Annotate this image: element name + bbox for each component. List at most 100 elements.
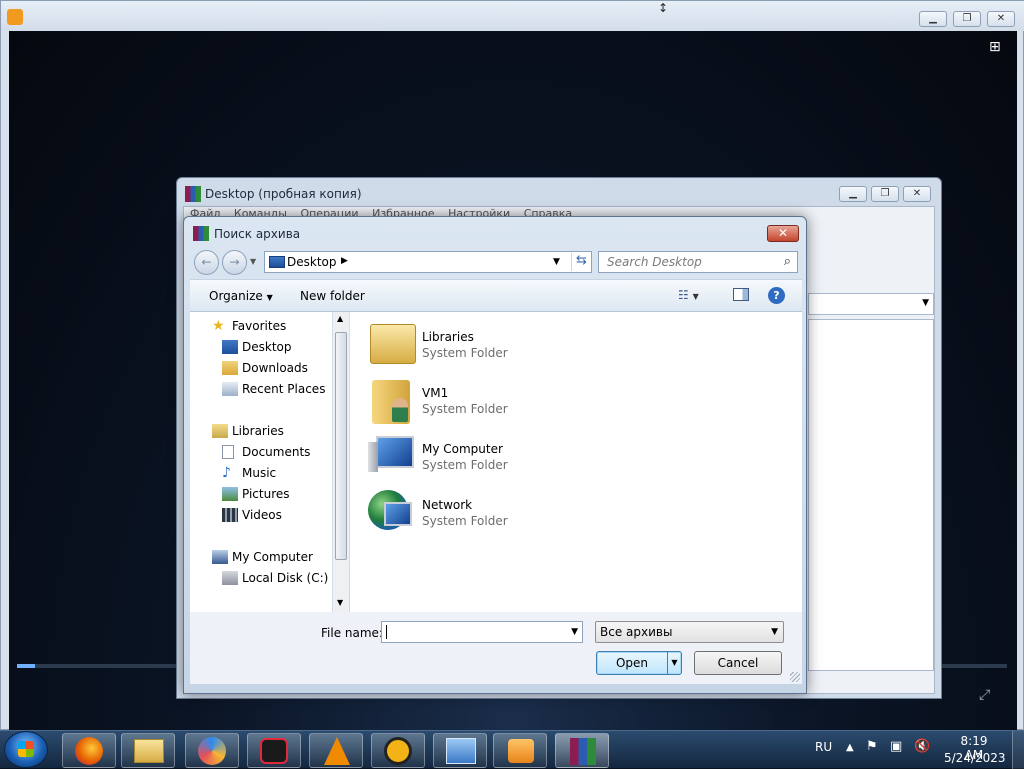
change-view-icon[interactable]: ☷ ▼ (678, 288, 699, 302)
nav-desktop[interactable]: Desktop (222, 337, 292, 357)
nav-libraries[interactable]: Libraries (212, 421, 284, 441)
item-type: System Folder (422, 458, 508, 472)
taskbar-firefox-button[interactable] (62, 733, 116, 768)
network-monitor-icon (384, 502, 412, 526)
nav-documents[interactable]: Documents (222, 442, 310, 462)
nav-pictures[interactable]: Pictures (222, 484, 290, 504)
item-name: VM1 (422, 386, 449, 400)
file-name-label: File name: (321, 626, 383, 640)
taskbar-aimp-button[interactable] (371, 733, 425, 768)
action-center-flag-icon[interactable]: ⚑ (866, 739, 878, 754)
nav-local-disk[interactable]: Local Disk (C:) (222, 568, 328, 588)
nav-music[interactable]: ♪ Music (222, 463, 276, 483)
taskbar-control-panel-button[interactable] (433, 733, 487, 768)
nav-downloads[interactable]: Downloads (222, 358, 308, 378)
nav-recent-places[interactable]: Recent Places (222, 379, 325, 399)
fullscreen-toggle-icon[interactable]: ⊞ (989, 39, 1007, 55)
taskbar-browser-button[interactable] (185, 733, 239, 768)
winrar-close-button[interactable]: ✕ (903, 186, 931, 202)
aimp-icon (384, 737, 412, 765)
address-text: Desktop (287, 255, 337, 269)
preview-pane-icon[interactable] (733, 288, 749, 301)
text-caret (386, 625, 387, 639)
computer-icon (212, 550, 228, 564)
list-item[interactable]: Network System Folder (366, 488, 566, 538)
forward-button[interactable]: → (222, 250, 247, 275)
firefox-icon (75, 737, 103, 765)
close-button[interactable]: ✕ (987, 11, 1015, 27)
file-type-dropdown-icon: ▼ (771, 627, 778, 637)
network-icon[interactable]: ▣ (890, 739, 902, 754)
taskbar-media-player-button[interactable] (493, 733, 547, 768)
refresh-icon[interactable]: ⇆ (571, 253, 591, 271)
volume-muted-icon[interactable]: 🔇 (914, 739, 930, 754)
navigation-pane: ★ Favorites Desktop Downloads Recent Plac… (190, 312, 348, 612)
minimize-button[interactable]: ▁ (919, 11, 947, 27)
start-button[interactable] (4, 731, 48, 768)
file-name-dropdown-icon[interactable]: ▼ (571, 627, 578, 637)
item-type: System Folder (422, 402, 508, 416)
winrar-file-list[interactable] (808, 319, 934, 671)
address-bar[interactable]: Desktop ▶ ▼ ⇆ (264, 251, 592, 273)
taskbar-explorer-button[interactable] (121, 733, 175, 768)
winrar-address-dropdown[interactable]: ▼ (808, 293, 934, 315)
resize-grip-icon[interactable] (790, 672, 800, 682)
list-item[interactable]: Libraries System Folder (366, 320, 566, 370)
nav-videos[interactable]: Videos (222, 505, 282, 525)
organize-chevron-icon: ▼ (266, 293, 273, 302)
pictures-icon (222, 487, 238, 501)
videos-icon (222, 508, 238, 522)
computer-tower-icon (368, 442, 378, 472)
file-type-value: Все архивы (600, 625, 673, 639)
organize-button[interactable]: Organize ▼ (209, 289, 273, 303)
winrar-minimize-button[interactable]: ▁ (839, 186, 867, 202)
search-box[interactable]: Search Desktop ⌕ (598, 251, 798, 273)
search-input[interactable]: Search Desktop (607, 255, 702, 269)
taskbar-winrar-button[interactable] (555, 733, 609, 768)
file-name-input[interactable]: ▼ (381, 621, 583, 643)
item-name: Network (422, 498, 473, 512)
windows-logo-icon (18, 741, 34, 757)
open-button[interactable]: Open ▼ (596, 651, 682, 675)
nav-my-computer[interactable]: My Computer (212, 547, 313, 567)
new-folder-button[interactable]: New folder (300, 289, 365, 303)
user-avatar-icon (392, 398, 408, 422)
browser-icon (198, 737, 226, 765)
language-indicator[interactable]: RU (815, 740, 832, 754)
cancel-button[interactable]: Cancel (694, 651, 782, 675)
dialog-close-button[interactable]: ✕ (767, 225, 799, 242)
folder-icon (134, 739, 164, 763)
expand-icon[interactable]: ⤢ (979, 687, 995, 703)
back-button[interactable]: ← (194, 250, 219, 275)
address-dropdown-icon[interactable]: ▼ (553, 257, 560, 267)
list-item[interactable]: My Computer System Folder (366, 432, 566, 482)
taskbar-screen-recorder-button[interactable] (247, 733, 301, 768)
libraries-icon (212, 424, 228, 438)
scrollbar-thumb[interactable] (335, 332, 347, 560)
taskbar: RU ▲ ⚑ ▣ 🔇 8:19 AM 5/24/2023 (0, 730, 1024, 769)
scroll-down-icon[interactable]: ▼ (337, 598, 343, 607)
file-type-filter[interactable]: Все архивы ▼ (595, 621, 784, 643)
control-panel-icon (446, 738, 476, 764)
clock-date[interactable]: 5/24/2023 (944, 751, 1006, 765)
desktop-icon (222, 340, 238, 354)
dialog-toolbar: Organize ▼ New folder ☷ ▼ ? (190, 279, 802, 312)
mouse-cursor-icon: ↕ (658, 1, 669, 15)
show-desktop-button[interactable] (1012, 731, 1024, 769)
scroll-up-icon[interactable]: ▲ (337, 314, 343, 323)
navigation-scrollbar[interactable]: ▲ ▼ (332, 312, 349, 612)
taskbar-vlc-button[interactable] (309, 733, 363, 768)
downloads-folder-icon (222, 361, 238, 375)
nav-favorites[interactable]: ★ Favorites (212, 316, 286, 336)
winrar-restore-button[interactable]: ❐ (871, 186, 899, 202)
list-item[interactable]: VM1 System Folder (366, 376, 566, 426)
player-app-icon (7, 9, 23, 25)
breadcrumb-arrow-icon[interactable]: ▶ (341, 256, 348, 266)
help-icon[interactable]: ? (768, 287, 785, 304)
item-name: Libraries (422, 330, 474, 344)
recent-locations-arrow-icon[interactable]: ▼ (250, 257, 256, 266)
show-hidden-icons[interactable]: ▲ (846, 742, 854, 753)
file-list: Libraries System Folder VM1 System Folde… (350, 312, 802, 612)
open-split-arrow-icon[interactable]: ▼ (667, 652, 681, 674)
restore-button[interactable]: ❐ (953, 11, 981, 27)
